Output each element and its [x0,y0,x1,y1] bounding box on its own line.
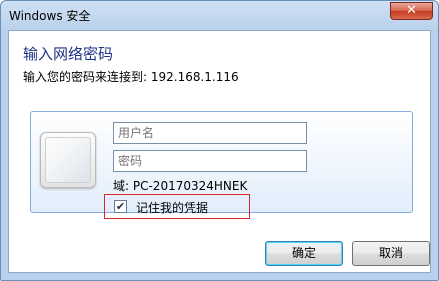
close-button[interactable]: ✕ [390,2,433,20]
dialog-body: 输入网络密码 输入您的密码来连接到: 192.168.1.116 域: PC-2… [8,30,431,273]
credential-tile: 域: PC-20170324HNEK ✔ 记住我的凭据 [30,111,413,219]
dialog-subheading: 输入您的密码来连接到: 192.168.1.116 [23,70,239,84]
remember-label[interactable]: 记住我的凭据 [136,199,208,216]
ok-button[interactable]: 确定 [265,241,343,266]
security-dialog: Windows 安全 ✕ 输入网络密码 输入您的密码来连接到: 192.168.… [0,0,439,281]
domain-label: 域: PC-20170324HNEK [113,179,248,193]
cancel-button[interactable]: 取消 [352,241,430,266]
window-title: Windows 安全 [9,9,91,23]
dialog-heading: 输入网络密码 [23,45,114,63]
title-bar[interactable]: Windows 安全 ✕ [1,1,438,29]
user-avatar-frame [45,137,91,183]
user-avatar-icon [40,132,96,188]
remember-checkbox[interactable]: ✔ [114,200,127,213]
username-input[interactable] [113,122,307,144]
remember-credentials-option[interactable]: ✔ 记住我的凭据 [104,194,250,219]
password-input[interactable] [113,150,307,172]
close-icon: ✕ [406,3,417,18]
checkmark-icon: ✔ [115,200,126,213]
